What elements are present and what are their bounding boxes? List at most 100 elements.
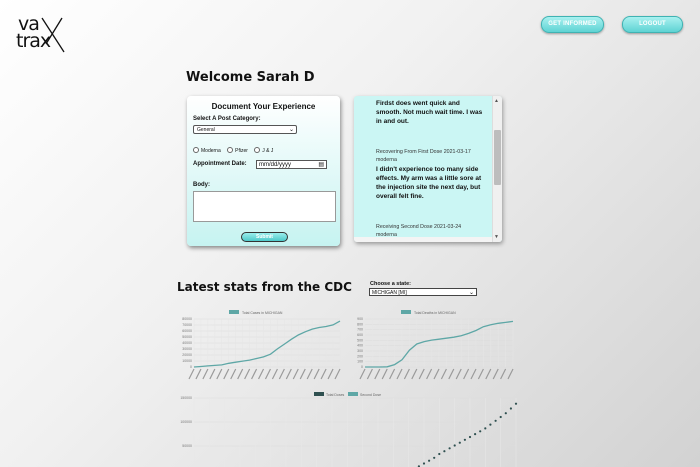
y-tick-label: 900 — [357, 317, 363, 321]
radio-label: Moderna — [201, 148, 221, 154]
category-select[interactable]: General ⌄ — [193, 125, 297, 134]
radio-circle-icon — [227, 147, 234, 153]
x-tick-label — [334, 368, 341, 380]
calendar-icon[interactable]: ▤ — [318, 161, 324, 170]
data-point — [433, 456, 436, 459]
x-tick-label — [313, 368, 320, 380]
x-tick-label — [327, 368, 334, 380]
x-tick-label — [433, 368, 440, 380]
post-title: Recovering From First Dose 2021-03-17 — [376, 149, 471, 155]
y-tick-label: 80000 — [182, 317, 192, 321]
x-tick-label — [195, 368, 202, 380]
x-tick-label — [264, 368, 272, 380]
body-label: Body: — [193, 182, 210, 188]
radio-label: J & J — [262, 148, 274, 154]
data-point — [438, 452, 441, 456]
x-tick-label — [278, 368, 285, 380]
stats-heading: Latest stats from the CDC — [177, 280, 352, 294]
x-tick-label — [244, 368, 251, 380]
form-title: Document Your Experience — [211, 102, 316, 111]
document-experience-form: Document Your Experience Select A Post C… — [187, 96, 340, 246]
state-select[interactable]: MICHIGAN [MI] ⌄ — [369, 288, 477, 296]
radio-label: Pfizer — [235, 148, 248, 154]
state-select-value: MICHIGAN [MI] — [372, 290, 407, 296]
horizontal-scrollbar[interactable] — [354, 237, 493, 242]
y-tick-label: 0 — [361, 365, 363, 369]
scroll-up-icon[interactable]: ▲ — [494, 98, 499, 104]
y-tick-label: 300 — [357, 349, 363, 353]
radio-pfizer[interactable]: Pfizer — [227, 147, 248, 154]
x-tick-label — [448, 368, 455, 380]
data-point — [509, 407, 512, 410]
x-tick-label — [202, 368, 209, 380]
x-tick-label — [507, 368, 514, 380]
y-tick-label: 40000 — [182, 341, 192, 345]
body-textarea[interactable] — [193, 191, 336, 222]
x-tick-label — [411, 368, 418, 380]
x-tick-label — [366, 368, 373, 380]
data-point — [422, 462, 426, 465]
x-tick-label — [285, 368, 292, 380]
x-tick-label — [440, 368, 447, 380]
x-tick-label — [477, 368, 484, 380]
y-tick-label: 50000 — [182, 444, 192, 448]
radio-jj[interactable]: J & J — [254, 147, 273, 154]
y-tick-label: 600 — [357, 333, 363, 337]
x-tick-label — [306, 368, 313, 380]
x-tick-label — [230, 368, 237, 380]
category-select-value: General — [197, 127, 215, 133]
scroll-down-icon[interactable]: ▼ — [494, 234, 499, 240]
x-tick-label — [403, 368, 410, 380]
radio-moderna[interactable]: Moderna — [193, 147, 221, 154]
x-tick-label — [500, 368, 507, 380]
legend-label: Total Cases in MICHIGAN — [242, 311, 283, 315]
data-point — [489, 423, 492, 426]
y-tick-label: 200 — [357, 354, 363, 358]
legend-label: Total Deaths in MICHIGAN — [414, 311, 456, 315]
data-point — [453, 444, 456, 447]
y-tick-label: 400 — [357, 344, 363, 348]
get-informed-button[interactable]: GET INFORMED — [541, 16, 604, 33]
y-tick-label: 100000 — [180, 420, 192, 424]
chevron-down-icon: ⌄ — [468, 290, 474, 296]
radio-circle-icon — [254, 147, 261, 153]
series-line — [193, 320, 341, 368]
x-tick-label — [389, 368, 396, 380]
state-label: Choose a state: — [370, 281, 411, 287]
legend-swatch — [348, 392, 358, 396]
appointment-date-input[interactable]: mm/dd/yyyy ▤ — [256, 160, 327, 169]
data-point — [504, 412, 507, 415]
data-point — [463, 438, 466, 441]
logout-button[interactable]: LOGOUT — [622, 16, 683, 33]
post-brand: moderna — [376, 157, 397, 163]
x-tick-label — [237, 368, 244, 380]
scroll-thumb[interactable] — [494, 130, 501, 185]
y-tick-label: 50000 — [182, 335, 192, 339]
x-tick-label — [463, 368, 470, 380]
x-tick-label — [223, 368, 230, 380]
cases-chart: Total Cases in MICHIGAN 80000 70000 60000 50… — [182, 310, 341, 380]
category-label: Select A Post Category: — [193, 116, 261, 122]
data-point — [484, 427, 487, 430]
vaxtrax-logo[interactable]: va trax — [16, 14, 72, 54]
data-point — [448, 447, 451, 450]
legend-label: Total Doses — [326, 393, 345, 397]
x-tick-label — [251, 368, 258, 380]
y-tick-label: 70000 — [182, 323, 192, 327]
deaths-chart: Total Deaths in MICHIGAN 900800 700600500 4… — [357, 310, 514, 380]
x-tick-label — [209, 368, 216, 380]
submit-button[interactable]: Submit — [241, 232, 288, 242]
posts-feed[interactable]: Firdst does went quick and smooth. Not m… — [354, 96, 502, 242]
y-tick-label: 0 — [190, 365, 192, 369]
doses-chart: Total DosesSecond Dose150000100000500000 — [180, 392, 518, 467]
legend-label: Second Dose — [360, 393, 381, 397]
data-point — [479, 430, 482, 433]
x-tick-label — [271, 368, 278, 380]
vertical-scrollbar[interactable]: ▲ ▼ — [492, 96, 502, 242]
data-point — [474, 433, 477, 436]
x-tick-label — [470, 368, 477, 380]
y-tick-label: 30000 — [182, 347, 192, 351]
data-point — [468, 435, 472, 439]
x-tick-label — [374, 368, 381, 380]
x-tick-label — [320, 368, 327, 380]
